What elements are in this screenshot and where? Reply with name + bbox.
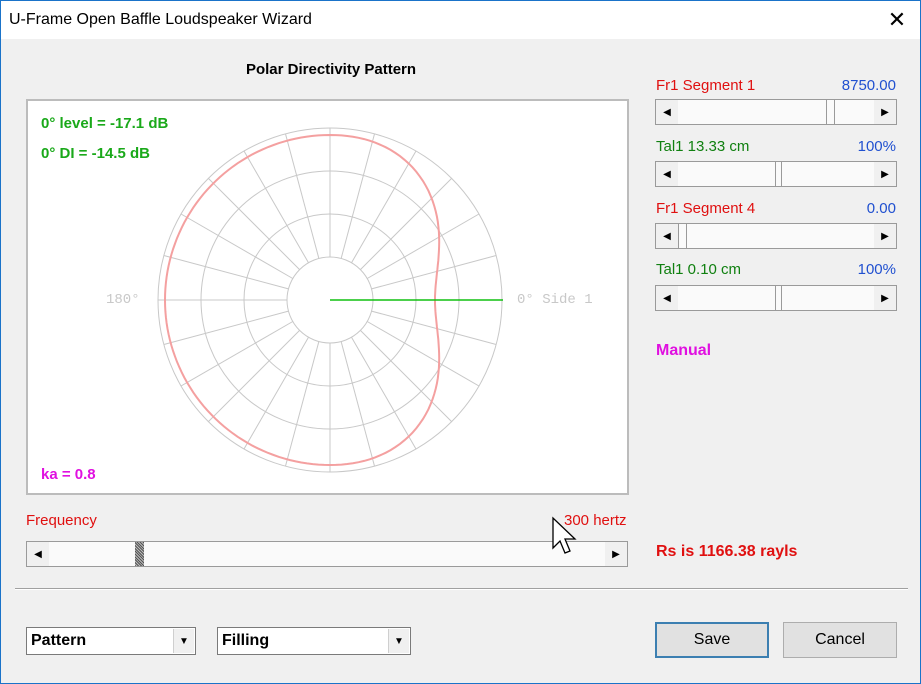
arrow-left-icon: ◀ bbox=[34, 548, 42, 560]
frequency-label: Frequency bbox=[26, 512, 97, 529]
cancel-button-label: Cancel bbox=[815, 631, 865, 648]
pattern-dropdown[interactable]: Pattern ▼ bbox=[26, 627, 196, 655]
control3-thumb[interactable] bbox=[678, 224, 687, 248]
control4-label: Tal1 0.10 cm bbox=[656, 261, 742, 278]
grid-spoke bbox=[285, 133, 320, 259]
control1-right-arrow[interactable]: ▶ bbox=[874, 100, 896, 124]
arrow-right-icon: ▶ bbox=[881, 230, 889, 242]
frequency-right-arrow[interactable]: ▶ bbox=[605, 542, 627, 566]
control4-value: 100% bbox=[857, 261, 896, 278]
arrow-left-icon: ◀ bbox=[663, 168, 671, 180]
grid-spoke bbox=[340, 133, 375, 259]
divider bbox=[15, 588, 908, 590]
control2-thumb[interactable] bbox=[775, 162, 782, 186]
control1-thumb[interactable] bbox=[826, 100, 835, 124]
window-title: U-Frame Open Baffle Loudspeaker Wizard bbox=[9, 11, 312, 28]
control1-value: 8750.00 bbox=[841, 77, 896, 94]
arrow-right-icon: ▶ bbox=[881, 106, 889, 118]
grid-spoke bbox=[371, 310, 497, 345]
pattern-dropdown-value: Pattern bbox=[31, 632, 87, 649]
polar-plot: 0° level = -17.1 dB 0° DI = -14.5 dB ka … bbox=[26, 99, 629, 495]
zero-di-text: 0° DI = -14.5 dB bbox=[41, 145, 150, 162]
frequency-left-arrow[interactable]: ◀ bbox=[27, 542, 49, 566]
control3-value: 0.00 bbox=[866, 200, 896, 217]
control2-slider[interactable]: ◀ ▶ bbox=[655, 161, 897, 187]
control1-slider[interactable]: ◀ ▶ bbox=[655, 99, 897, 125]
filling-dropdown[interactable]: Filling ▼ bbox=[217, 627, 411, 655]
frequency-slider[interactable]: ◀ ▶ bbox=[26, 541, 628, 567]
control4-slider[interactable]: ◀ ▶ bbox=[655, 285, 897, 311]
plot-title: Polar Directivity Pattern bbox=[245, 61, 417, 78]
grid-spoke bbox=[340, 341, 375, 467]
control2-value: 100% bbox=[857, 138, 896, 155]
arrow-right-icon: ▶ bbox=[881, 292, 889, 304]
control1-label: Fr1 Segment 1 bbox=[656, 77, 756, 94]
control2-right-arrow[interactable]: ▶ bbox=[874, 162, 896, 186]
control4-left-arrow[interactable]: ◀ bbox=[656, 286, 678, 310]
control2-label: Tal1 13.33 cm bbox=[656, 138, 750, 155]
zero-level-text: 0° level = -17.1 dB bbox=[41, 115, 169, 132]
control3-left-arrow[interactable]: ◀ bbox=[656, 224, 678, 248]
grid-spoke bbox=[285, 341, 320, 467]
arrow-left-icon: ◀ bbox=[663, 230, 671, 242]
label-180-degrees: 180° bbox=[106, 292, 140, 308]
close-button[interactable]: ✕ bbox=[874, 1, 920, 39]
mode-text: Manual bbox=[656, 342, 712, 359]
arrow-right-icon: ▶ bbox=[612, 548, 620, 560]
wizard-window: U-Frame Open Baffle Loudspeaker Wizard ✕… bbox=[0, 0, 921, 684]
control3-label: Fr1 Segment 4 bbox=[656, 200, 756, 217]
save-button-label: Save bbox=[693, 631, 731, 648]
title-bar: U-Frame Open Baffle Loudspeaker Wizard ✕ bbox=[1, 1, 920, 39]
arrow-right-icon: ▶ bbox=[881, 168, 889, 180]
control2-left-arrow[interactable]: ◀ bbox=[656, 162, 678, 186]
control3-slider[interactable]: ◀ ▶ bbox=[655, 223, 897, 249]
control1-left-arrow[interactable]: ◀ bbox=[656, 100, 678, 124]
grid-spoke bbox=[163, 310, 289, 345]
cancel-button[interactable]: Cancel bbox=[783, 622, 897, 658]
control4-thumb[interactable] bbox=[775, 286, 782, 310]
mouse-cursor-icon bbox=[552, 516, 577, 554]
grid-spoke bbox=[371, 255, 497, 290]
frequency-thumb[interactable] bbox=[135, 542, 144, 566]
filling-dropdown-value: Filling bbox=[222, 632, 270, 649]
control4-right-arrow[interactable]: ▶ bbox=[874, 286, 896, 310]
ka-text: ka = 0.8 bbox=[41, 466, 96, 483]
chevron-down-icon: ▼ bbox=[388, 629, 409, 653]
rs-text: Rs is 1166.38 rayls bbox=[656, 543, 798, 560]
arrow-left-icon: ◀ bbox=[663, 292, 671, 304]
control3-right-arrow[interactable]: ▶ bbox=[874, 224, 896, 248]
label-0-degrees-side1: 0° Side 1 bbox=[517, 292, 593, 308]
save-button[interactable]: Save bbox=[655, 622, 769, 658]
chevron-down-icon: ▼ bbox=[173, 629, 194, 653]
close-icon: ✕ bbox=[887, 7, 907, 32]
arrow-left-icon: ◀ bbox=[663, 106, 671, 118]
grid-spoke bbox=[163, 255, 289, 290]
